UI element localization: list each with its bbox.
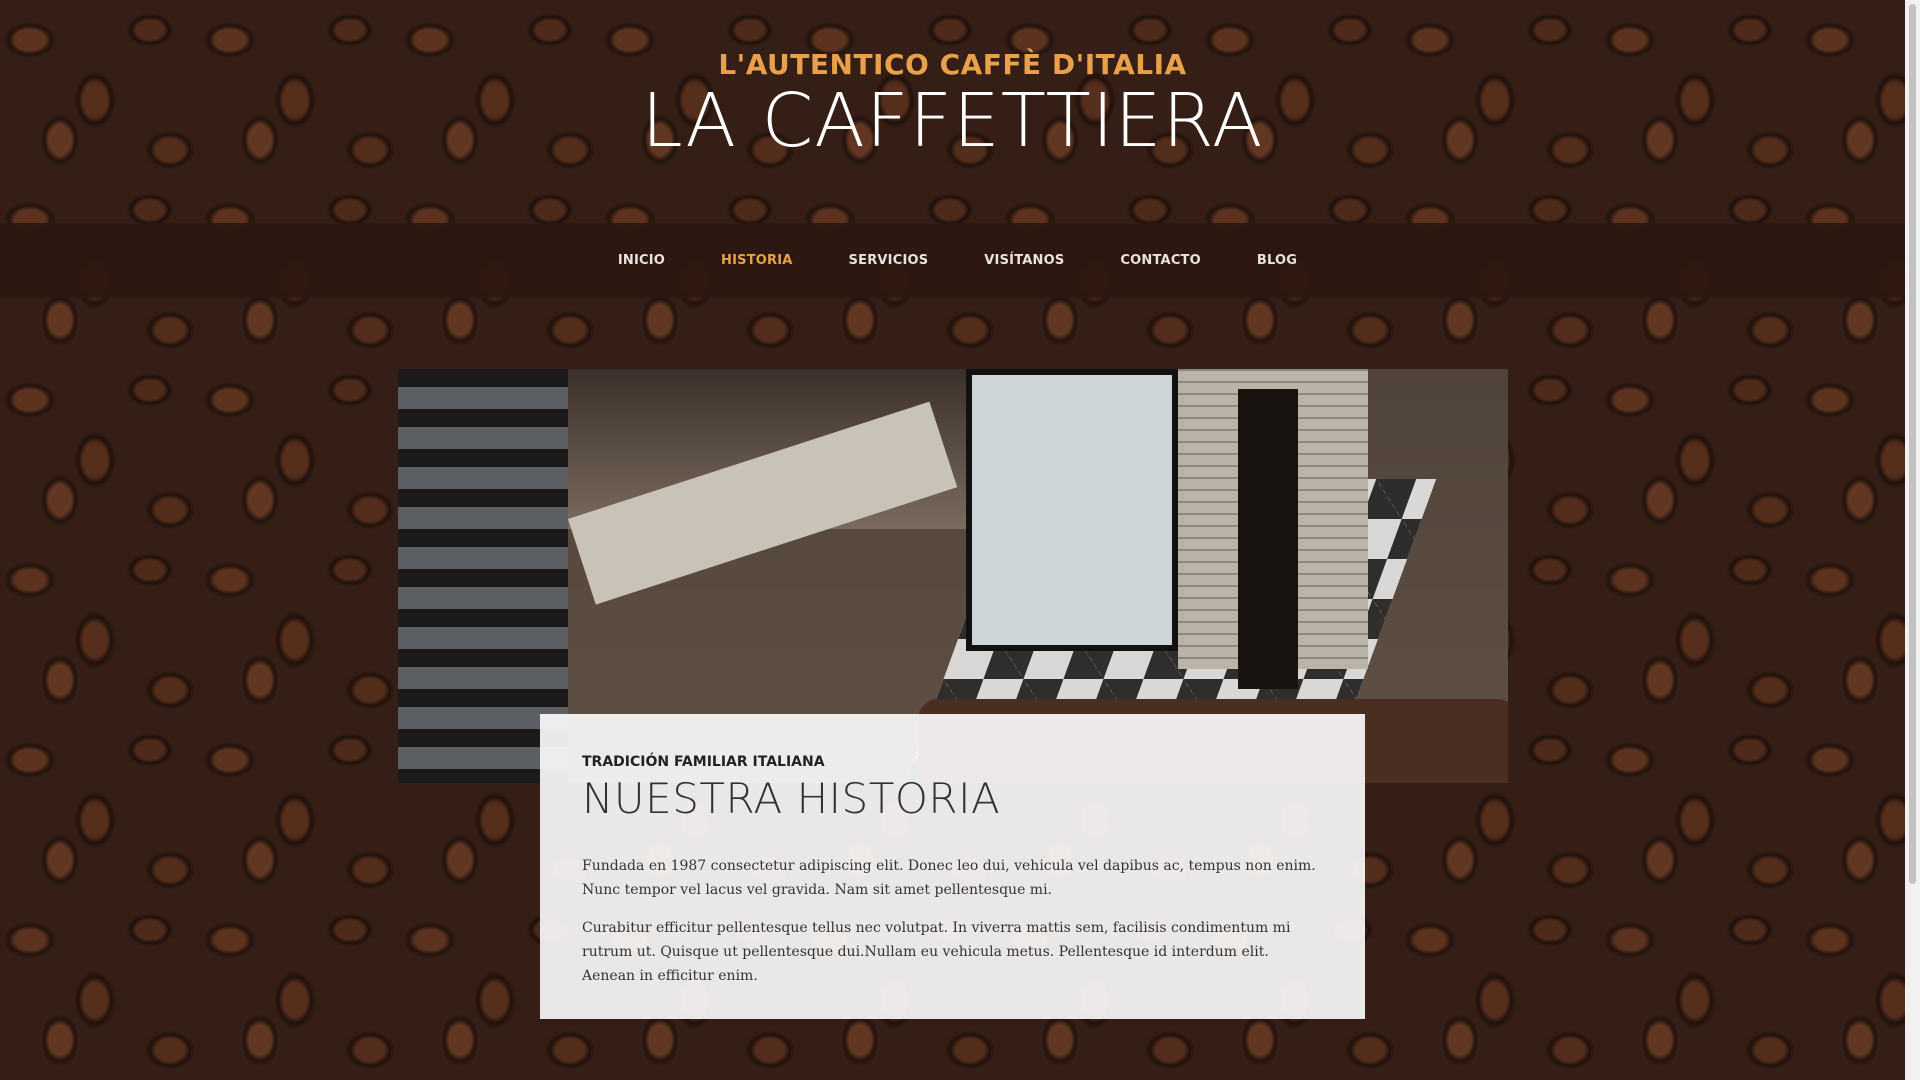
nav-list: INICIO HISTORIA SERVICIOS VISÍTANOS CONT… <box>0 223 1905 298</box>
site-header: L'AUTENTICO CAFFÈ D'ITALIA LA CAFFETTIER… <box>0 0 1905 223</box>
scrollbar-thumb[interactable] <box>1909 4 1916 884</box>
nav-item-visitanos[interactable]: VISÍTANOS <box>984 253 1064 268</box>
card-paragraph-2: Curabitur efficitur pellentesque tellus … <box>582 920 1291 984</box>
card-title: NUESTRA HISTORIA <box>582 774 1001 823</box>
main-navigation: INICIO HISTORIA SERVICIOS VISÍTANOS CONT… <box>0 223 1905 298</box>
card-kicker: TRADICIÓN FAMILIAR ITALIANA <box>582 754 825 770</box>
photo-grandfather-clock <box>1238 389 1298 689</box>
site-tagline: L'AUTENTICO CAFFÈ D'ITALIA <box>718 48 1187 81</box>
nav-item-blog[interactable]: BLOG <box>1257 253 1297 268</box>
nav-item-servicios[interactable]: SERVICIOS <box>849 253 929 268</box>
photo-window <box>966 369 1178 651</box>
history-card: TRADICIÓN FAMILIAR ITALIANA NUESTRA HIST… <box>540 714 1365 1019</box>
card-paragraph-1: Fundada en 1987 consectetur adipiscing e… <box>582 858 1316 898</box>
nav-item-contacto[interactable]: CONTACTO <box>1120 253 1200 268</box>
nav-item-historia[interactable]: HISTORIA <box>721 253 793 268</box>
nav-item-inicio[interactable]: INICIO <box>618 253 665 268</box>
site-title[interactable]: LA CAFFETTIERA <box>0 84 1905 158</box>
page-scrollbar[interactable] <box>1905 0 1920 1080</box>
